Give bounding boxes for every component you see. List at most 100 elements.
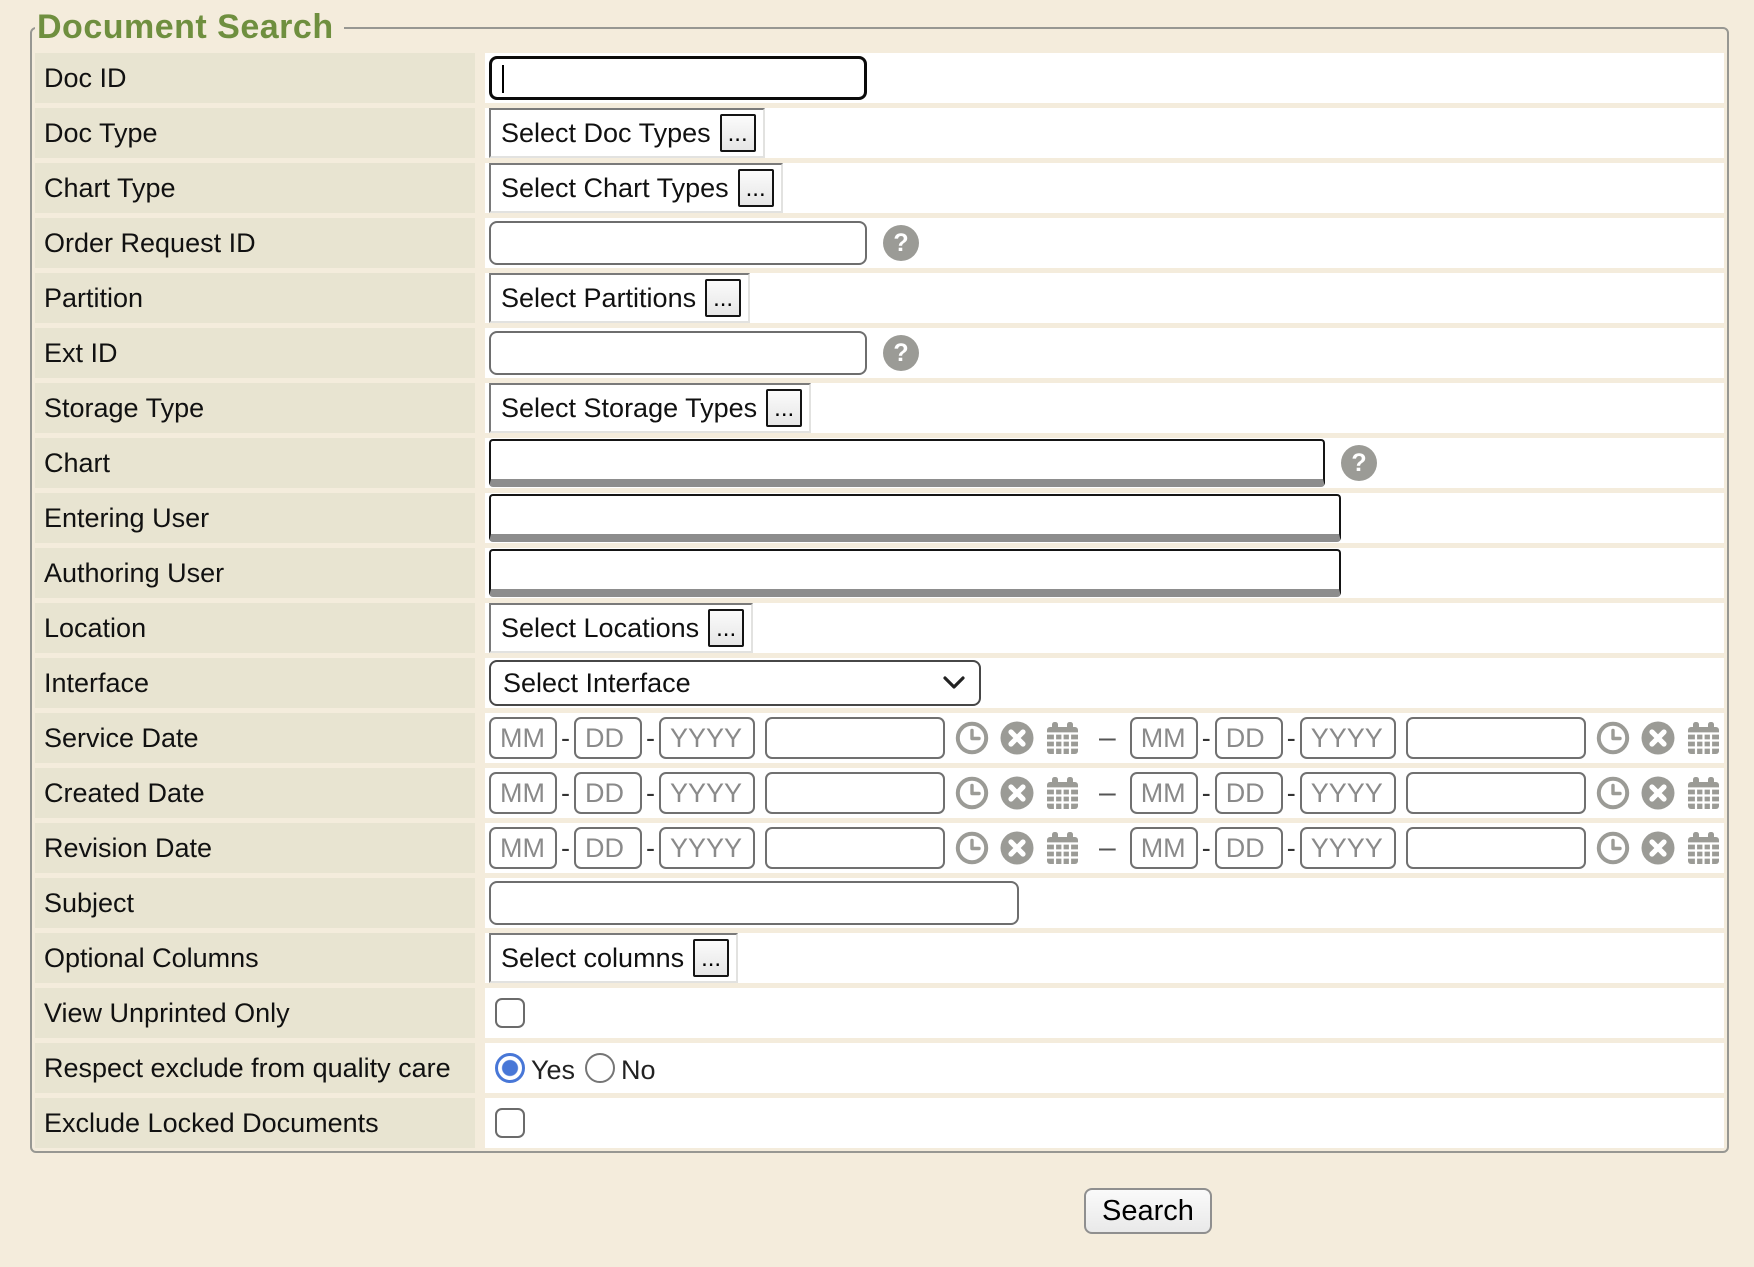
date-from-time-input[interactable] (765, 827, 945, 869)
calendar-icon[interactable] (1044, 830, 1081, 866)
date-from-month-input[interactable] (489, 772, 557, 814)
interface-select[interactable]: Select Interface (489, 660, 981, 706)
doc-id-label: Doc ID (35, 53, 475, 103)
partition-browse-button[interactable]: ... (705, 279, 741, 317)
date-to-month-input[interactable] (1130, 772, 1198, 814)
date-from-month-input[interactable] (489, 827, 557, 869)
date-to-time-input[interactable] (1406, 827, 1586, 869)
chart-label: Chart (35, 438, 475, 488)
chart-input[interactable] (489, 439, 1325, 487)
doc-type-browse-button[interactable]: ... (720, 114, 756, 152)
actions-bar: Search (0, 1188, 1754, 1234)
date-to-day-input[interactable] (1215, 827, 1283, 869)
clock-icon[interactable] (1595, 775, 1631, 811)
date-to-time-input[interactable] (1406, 772, 1586, 814)
clock-icon[interactable] (954, 830, 990, 866)
entering-user-input[interactable] (489, 494, 1341, 542)
revision-date-label: Revision Date (35, 823, 475, 873)
row-created-date: Created Date - - – - - (35, 768, 1724, 818)
view-unprinted-checkbox[interactable] (495, 998, 525, 1028)
order-request-id-label: Order Request ID (35, 218, 475, 268)
date-from-time-input[interactable] (765, 772, 945, 814)
subject-input[interactable] (489, 881, 1019, 925)
respect-exclude-yes-label: Yes (531, 1055, 575, 1086)
respect-exclude-no-radio[interactable] (585, 1053, 615, 1083)
doc-id-input[interactable] (489, 56, 867, 100)
date-to-month-input[interactable] (1130, 717, 1198, 759)
date-from-year-input[interactable] (659, 772, 755, 814)
calendar-icon[interactable] (1044, 720, 1081, 756)
row-chart-type: Chart Type Select Chart Types ... (35, 163, 1724, 213)
subject-label: Subject (35, 878, 475, 928)
location-multiselect[interactable]: Select Locations ... (489, 603, 753, 653)
date-separator: - (561, 778, 570, 809)
help-icon[interactable]: ? (883, 335, 919, 371)
help-icon[interactable]: ? (1341, 445, 1377, 481)
clock-icon[interactable] (1595, 720, 1631, 756)
date-separator: - (561, 723, 570, 754)
clear-icon[interactable] (999, 720, 1035, 756)
date-from-day-input[interactable] (574, 827, 642, 869)
clear-icon[interactable] (1640, 830, 1676, 866)
row-chart: Chart ? (35, 438, 1724, 488)
location-browse-button[interactable]: ... (708, 609, 744, 647)
date-from-year-input[interactable] (659, 827, 755, 869)
optional-columns-browse-button[interactable]: ... (693, 939, 729, 977)
location-multiselect-text: Select Locations (501, 613, 699, 644)
date-from-month-input[interactable] (489, 717, 557, 759)
help-icon[interactable]: ? (883, 225, 919, 261)
date-to-year-input[interactable] (1300, 717, 1396, 759)
calendar-icon[interactable] (1685, 830, 1722, 866)
date-separator: - (1287, 723, 1296, 754)
clock-icon[interactable] (1595, 830, 1631, 866)
date-from-year-input[interactable] (659, 717, 755, 759)
date-separator: - (646, 833, 655, 864)
doc-type-multiselect[interactable]: Select Doc Types ... (489, 108, 765, 158)
row-entering-user: Entering User (35, 493, 1724, 543)
authoring-user-input[interactable] (489, 549, 1341, 597)
exclude-locked-checkbox[interactable] (495, 1108, 525, 1138)
clock-icon[interactable] (954, 775, 990, 811)
ext-id-input[interactable] (489, 331, 867, 375)
date-to-day-input[interactable] (1215, 717, 1283, 759)
respect-exclude-yes-radio[interactable] (495, 1053, 525, 1083)
storage-type-browse-button[interactable]: ... (766, 389, 802, 427)
date-to-day-input[interactable] (1215, 772, 1283, 814)
date-from-day-input[interactable] (574, 772, 642, 814)
row-authoring-user: Authoring User (35, 548, 1724, 598)
clear-icon[interactable] (1640, 775, 1676, 811)
row-ext-id: Ext ID ? (35, 328, 1724, 378)
date-to-month-input[interactable] (1130, 827, 1198, 869)
optional-columns-label: Optional Columns (35, 933, 475, 983)
partition-multiselect[interactable]: Select Partitions ... (489, 273, 750, 323)
respect-exclude-label: Respect exclude from quality care (35, 1043, 475, 1093)
date-from-day-input[interactable] (574, 717, 642, 759)
optional-columns-multiselect[interactable]: Select columns ... (489, 933, 738, 983)
row-revision-date: Revision Date - - – - - (35, 823, 1724, 873)
search-button[interactable]: Search (1084, 1188, 1212, 1234)
calendar-icon[interactable] (1685, 720, 1722, 756)
storage-type-multiselect-text: Select Storage Types (501, 393, 757, 424)
storage-type-multiselect[interactable]: Select Storage Types ... (489, 383, 811, 433)
calendar-icon[interactable] (1685, 775, 1722, 811)
optional-columns-multiselect-text: Select columns (501, 943, 684, 974)
clear-icon[interactable] (999, 775, 1035, 811)
clock-icon[interactable] (954, 720, 990, 756)
location-label: Location (35, 603, 475, 653)
doc-type-label: Doc Type (35, 108, 475, 158)
row-location: Location Select Locations ... (35, 603, 1724, 653)
clear-icon[interactable] (1640, 720, 1676, 756)
service-date-label: Service Date (35, 713, 475, 763)
calendar-icon[interactable] (1044, 775, 1081, 811)
date-to-time-input[interactable] (1406, 717, 1586, 759)
respect-exclude-radio-group: Yes No (495, 1051, 666, 1086)
chart-type-browse-button[interactable]: ... (738, 169, 774, 207)
date-from-time-input[interactable] (765, 717, 945, 759)
order-request-id-input[interactable] (489, 221, 867, 265)
date-to-year-input[interactable] (1300, 772, 1396, 814)
chart-type-multiselect[interactable]: Select Chart Types ... (489, 163, 783, 213)
date-to-year-input[interactable] (1300, 827, 1396, 869)
clear-icon[interactable] (999, 830, 1035, 866)
range-separator: – (1099, 831, 1116, 865)
exclude-locked-label: Exclude Locked Documents (35, 1098, 475, 1148)
